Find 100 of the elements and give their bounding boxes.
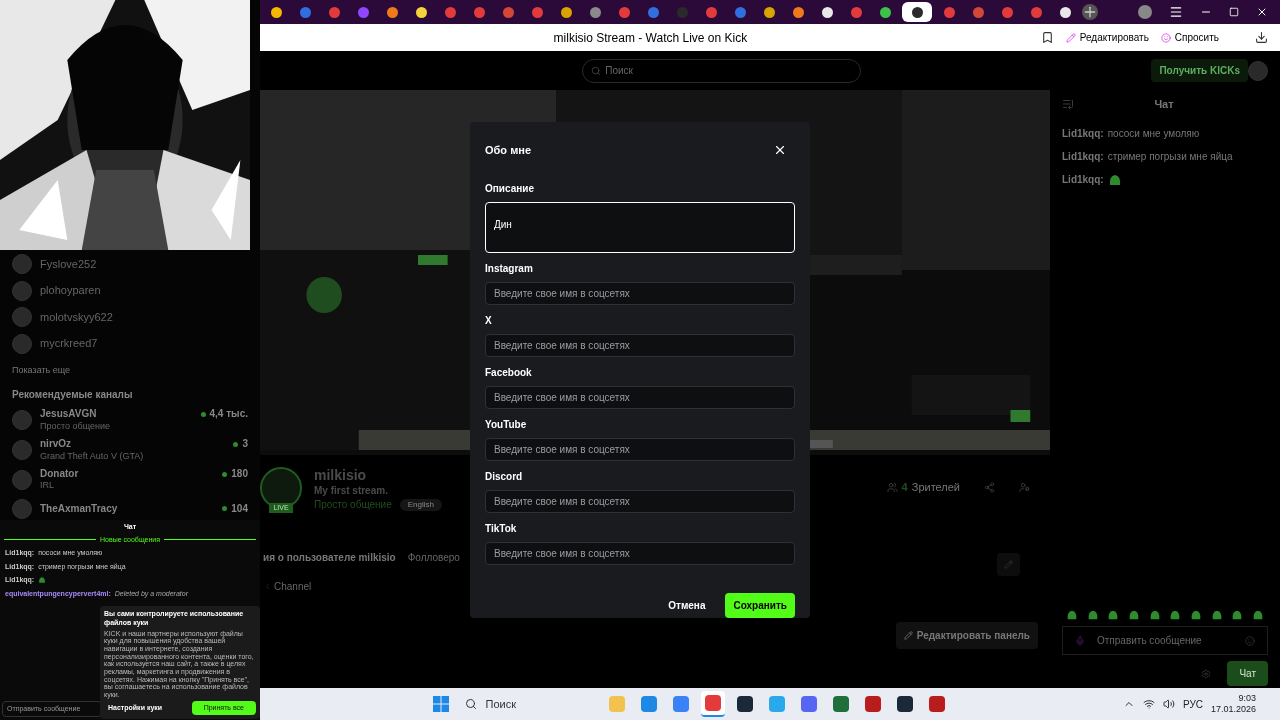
favicon-icon: [357, 6, 369, 18]
send-chat-button[interactable]: Чат: [1227, 661, 1268, 686]
app-icon: [897, 696, 914, 712]
chat-title: Чат: [1154, 96, 1174, 112]
avatar-icon: [12, 498, 32, 519]
avatar-icon: [12, 440, 32, 461]
maximize-icon[interactable]: [1229, 7, 1239, 17]
viewer-count: 180: [222, 467, 248, 481]
language-tag: English: [399, 499, 442, 512]
field-label: X: [485, 313, 493, 328]
back-icon: [263, 582, 272, 591]
favicon-icon: [1030, 6, 1042, 18]
message-input[interactable]: Отправить сообщение: [1062, 626, 1268, 655]
emote-icon: [1231, 609, 1244, 621]
favicon-icon: [415, 6, 427, 18]
channel-link[interactable]: Channel: [274, 579, 312, 594]
favicon-icon: [618, 6, 630, 18]
channel-name[interactable]: molotvskyy622: [40, 308, 113, 326]
edit-button[interactable]: Редактировать: [1065, 30, 1149, 45]
language-indicator[interactable]: РУС: [1182, 696, 1203, 712]
favicon-icon: [270, 6, 282, 18]
app-icon: [609, 696, 626, 712]
volume-icon[interactable]: [1162, 698, 1175, 710]
social-username-field[interactable]: Введите свое имя в соцсетях: [485, 281, 795, 305]
browser-tab[interactable]: [902, 2, 932, 22]
channel-category: IRL: [40, 480, 55, 492]
section-title: Рекомендуемые каналы: [12, 388, 134, 403]
favicon-icon: [531, 6, 543, 18]
favicon-icon: [705, 6, 717, 18]
dialog-title: Обо мне: [485, 143, 532, 158]
menu-icon[interactable]: [1169, 5, 1183, 19]
avatar-icon: [12, 307, 32, 328]
taskbar-search-field[interactable]: Поиск: [457, 693, 598, 715]
favicon-icon: [676, 6, 688, 18]
page-title[interactable]: milkisio Stream - Watch Live on Kick: [553, 28, 748, 47]
windows-icon[interactable]: [433, 696, 450, 712]
cancel-button[interactable]: Отмена: [660, 592, 714, 618]
clock-time[interactable]: 9:03: [1238, 692, 1256, 704]
save-button[interactable]: Сохранить: [725, 592, 795, 618]
favicon-icon: [763, 6, 775, 18]
channel-name[interactable]: Fyslove252: [40, 256, 97, 273]
emote-icon: [1066, 609, 1078, 621]
viewer-label: Зрителей: [911, 480, 960, 495]
social-username-field[interactable]: Введите свое имя в соцсетях: [485, 437, 795, 461]
emote-icon: [1107, 609, 1120, 621]
favicon-icon: [386, 6, 398, 18]
channel-name[interactable]: JesusAVGN: [40, 408, 97, 421]
emote-icon: [1127, 609, 1140, 621]
app-icon: [641, 696, 658, 712]
show-more-link[interactable]: Показать еще: [12, 363, 248, 378]
viewers-icon: [886, 481, 898, 493]
field-label: Facebook: [485, 365, 533, 380]
mic-icon: [1075, 635, 1085, 646]
pencil-icon: [903, 631, 913, 640]
search-icon: [465, 698, 478, 710]
favicon-icon: [972, 6, 984, 18]
channel-category: Grand Theft Auto V (GTA): [40, 450, 145, 462]
clock-date[interactable]: 17.01.2026: [1210, 704, 1256, 716]
social-username-field[interactable]: Введите свое имя в соцсетях: [485, 333, 795, 357]
download-icon[interactable]: [1255, 31, 1268, 44]
edit-panel-button[interactable]: Редактировать панель: [895, 622, 1038, 649]
bookmark-icon[interactable]: [1040, 31, 1054, 44]
favicon-icon: [850, 6, 862, 18]
favicon-icon: [1001, 6, 1013, 18]
close-icon[interactable]: [1256, 6, 1268, 18]
viewer-count: 4: [901, 480, 908, 495]
favicon-icon: [911, 6, 923, 18]
wifi-icon[interactable]: [1142, 698, 1155, 710]
social-username-field[interactable]: Введите свое имя в соцсетях: [485, 385, 795, 409]
get-kicks-button[interactable]: Получить KICKs: [1151, 59, 1248, 82]
chat-username: Lid1kqq:: [1062, 150, 1104, 164]
avatar-icon: [12, 254, 32, 275]
channel-name[interactable]: plohoyparen: [40, 282, 101, 299]
emote-icon: [1189, 609, 1202, 621]
channel-name[interactable]: TheAxmanTracy: [40, 502, 118, 516]
favicon-icon: [560, 6, 572, 18]
ask-button[interactable]: Спросить: [1160, 30, 1219, 45]
channel-name[interactable]: nirvOz: [40, 438, 72, 451]
app-icon: [801, 696, 818, 712]
app-icon: [769, 696, 786, 712]
app-icon: [865, 696, 882, 712]
search-icon: [591, 65, 602, 76]
social-username-field[interactable]: Введите свое имя в соцсетях: [485, 489, 795, 513]
followers-tab[interactable]: Фолловеро: [407, 550, 460, 565]
chat-username: Lid1kqq:: [1062, 173, 1104, 187]
profile-icon[interactable]: [1138, 5, 1152, 19]
channel-name[interactable]: mycrkreed7: [40, 335, 98, 352]
viewer-count: 104: [222, 502, 248, 516]
social-username-field[interactable]: Введите свое имя в соцсетях: [485, 541, 795, 565]
favicon-icon: [821, 6, 833, 18]
favicon-icon: [328, 6, 340, 18]
avatar-icon: [1248, 60, 1268, 81]
viewer-count: 4,4 тыс.: [200, 408, 248, 421]
description-field[interactable]: Дин: [485, 201, 795, 253]
avatar-icon: [12, 333, 32, 354]
emote-icon: [1169, 609, 1182, 621]
channel-name[interactable]: Donator: [40, 467, 79, 481]
favicon-icon: [589, 6, 601, 18]
new-tab-icon[interactable]: [1082, 4, 1098, 20]
emote-icon: [1251, 609, 1264, 621]
